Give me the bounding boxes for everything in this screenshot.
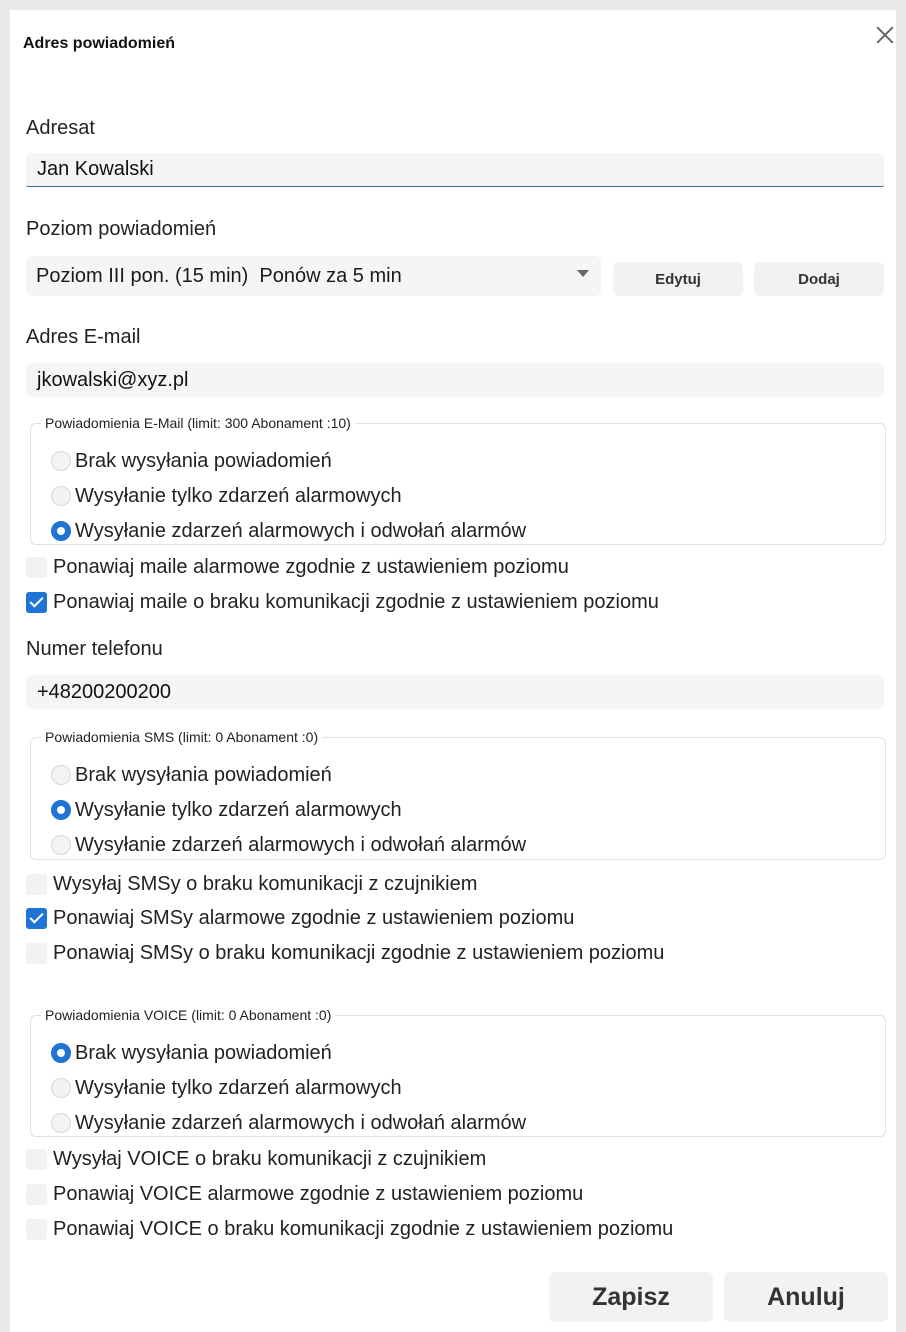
- level-select[interactable]: Poziom III pon. (15 min) Ponów za 5 min: [26, 256, 601, 296]
- cancel-button[interactable]: Anuluj: [724, 1272, 888, 1322]
- sms-group-title: Powiadomienia SMS (limit: 0 Abonament :0…: [45, 729, 319, 745]
- close-icon[interactable]: [874, 24, 896, 46]
- radio-icon: [51, 835, 71, 855]
- sms-notifications-group: Powiadomienia SMS (limit: 0 Abonament :0…: [30, 729, 886, 860]
- checkbox-icon: [26, 1148, 47, 1170]
- radio-icon: [51, 486, 71, 506]
- radio-icon: [51, 765, 71, 785]
- add-level-button[interactable]: Dodaj: [754, 262, 884, 296]
- email-label: Adres E-mail: [26, 326, 141, 348]
- sms-no-comm-checkbox[interactable]: Wysyłaj SMSy o braku komunikacji z czujn…: [26, 870, 477, 898]
- recipient-label: Adresat: [26, 117, 95, 139]
- recipient-input[interactable]: Jan Kowalski: [26, 153, 884, 187]
- voice-notifications-group: Powiadomienia VOICE (limit: 0 Abonament …: [30, 1007, 886, 1137]
- notification-address-dialog: Adres powiadomień Adresat Jan Kowalski P…: [10, 10, 896, 1332]
- sms-retry-comm-checkbox[interactable]: Ponawiaj SMSy o braku komunikacji zgodni…: [26, 939, 664, 967]
- voice-retry-comm-checkbox[interactable]: Ponawiaj VOICE o braku komunikacji zgodn…: [26, 1215, 673, 1243]
- checkbox-icon: [26, 1218, 47, 1240]
- radio-icon: [51, 451, 71, 471]
- checkbox-icon: [26, 942, 47, 964]
- email-option-none[interactable]: Brak wysyłania powiadomień: [51, 447, 332, 475]
- level-select-value: Poziom III pon. (15 min) Ponów za 5 min: [36, 264, 402, 287]
- radio-icon: [51, 1078, 71, 1098]
- checkbox-icon: [26, 873, 47, 895]
- email-notifications-group: Powiadomienia E-Mail (limit: 300 Aboname…: [30, 415, 886, 545]
- voice-option-alarms-and-cancels[interactable]: Wysyłanie zdarzeń alarmowych i odwołań a…: [51, 1109, 526, 1137]
- voice-option-none[interactable]: Brak wysyłania powiadomień: [51, 1039, 332, 1067]
- sms-retry-alarm-checkbox[interactable]: Ponawiaj SMSy alarmowe zgodnie z ustawie…: [26, 904, 574, 932]
- email-retry-comm-checkbox[interactable]: Ponawiaj maile o braku komunikacji zgodn…: [26, 588, 659, 616]
- phone-input[interactable]: +48200200200: [26, 675, 884, 709]
- checkbox-checked-icon: [26, 591, 47, 613]
- sms-option-alarms[interactable]: Wysyłanie tylko zdarzeń alarmowych: [51, 796, 402, 824]
- checkbox-icon: [26, 1183, 47, 1205]
- checkbox-checked-icon: [26, 907, 47, 929]
- voice-retry-alarm-checkbox[interactable]: Ponawiaj VOICE alarmowe zgodnie z ustawi…: [26, 1180, 583, 1208]
- sms-option-none[interactable]: Brak wysyłania powiadomień: [51, 761, 332, 789]
- radio-selected-icon: [51, 1043, 71, 1063]
- email-option-alarms[interactable]: Wysyłanie tylko zdarzeń alarmowych: [51, 482, 402, 510]
- email-option-alarms-and-cancels[interactable]: Wysyłanie zdarzeń alarmowych i odwołań a…: [51, 517, 526, 545]
- radio-selected-icon: [51, 800, 71, 820]
- email-retry-alarm-checkbox[interactable]: Ponawiaj maile alarmowe zgodnie z ustawi…: [26, 553, 569, 581]
- save-button[interactable]: Zapisz: [549, 1272, 713, 1322]
- voice-option-alarms[interactable]: Wysyłanie tylko zdarzeń alarmowych: [51, 1074, 402, 1102]
- radio-selected-icon: [51, 521, 71, 541]
- email-group-title: Powiadomienia E-Mail (limit: 300 Aboname…: [45, 415, 351, 431]
- dialog-title: Adres powiadomień: [23, 35, 176, 52]
- sms-option-alarms-and-cancels[interactable]: Wysyłanie zdarzeń alarmowych i odwołań a…: [51, 831, 526, 859]
- voice-group-title: Powiadomienia VOICE (limit: 0 Abonament …: [45, 1007, 332, 1023]
- chevron-down-icon: [577, 270, 589, 277]
- level-label: Poziom powiadomień: [26, 218, 217, 240]
- edit-level-button[interactable]: Edytuj: [613, 262, 743, 296]
- checkbox-icon: [26, 556, 47, 578]
- phone-label: Numer telefonu: [26, 638, 163, 660]
- voice-no-comm-checkbox[interactable]: Wysyłaj VOICE o braku komunikacji z czuj…: [26, 1145, 486, 1173]
- radio-icon: [51, 1113, 71, 1133]
- email-input[interactable]: jkowalski@xyz.pl: [26, 363, 884, 397]
